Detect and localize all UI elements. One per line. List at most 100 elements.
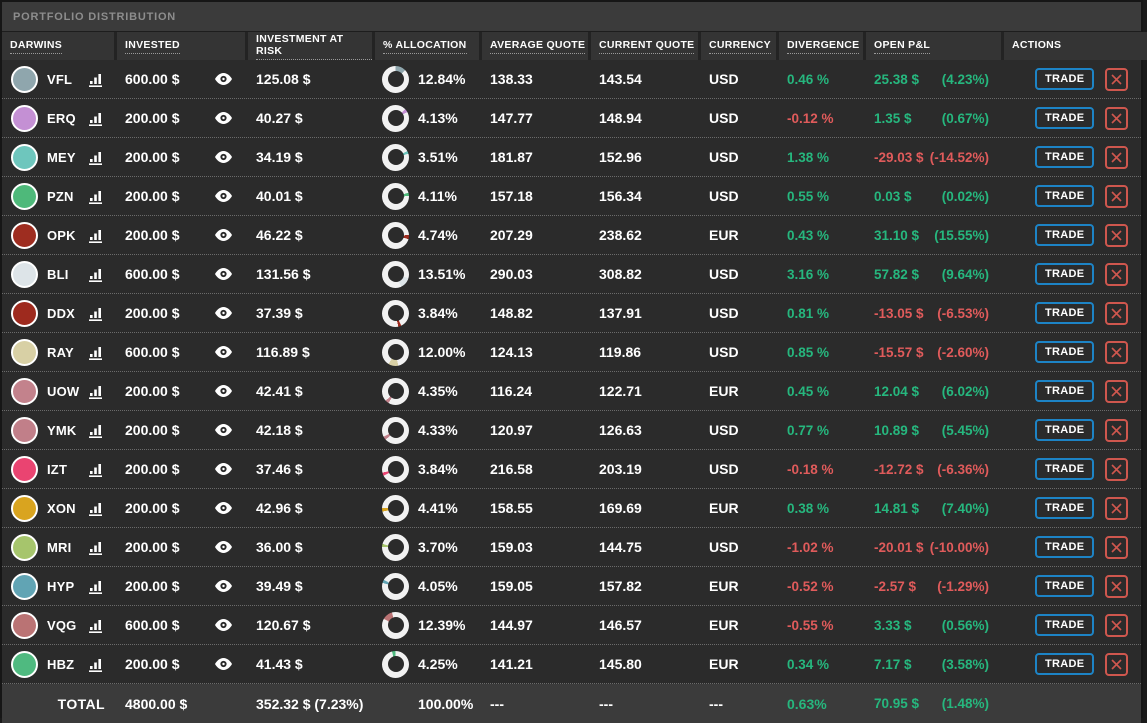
trade-button[interactable]: TRADE	[1035, 497, 1095, 519]
column-header-darwins[interactable]: DARWINS	[2, 32, 114, 60]
column-header-average-quote[interactable]: AVERAGE QUOTE	[482, 32, 588, 60]
darwin-avatar[interactable]	[11, 338, 38, 366]
darwin-name[interactable]: DDX	[47, 306, 75, 321]
bar-chart-icon[interactable]	[89, 188, 105, 204]
eye-icon[interactable]	[215, 502, 232, 514]
darwin-avatar[interactable]	[11, 611, 38, 639]
trade-button[interactable]: TRADE	[1035, 302, 1095, 324]
close-position-button[interactable]	[1105, 67, 1129, 91]
trade-button[interactable]: TRADE	[1035, 458, 1095, 480]
eye-icon[interactable]	[215, 346, 232, 358]
darwin-name[interactable]: UOW	[47, 384, 79, 399]
trade-button[interactable]: TRADE	[1035, 68, 1095, 90]
eye-icon[interactable]	[215, 229, 232, 241]
close-position-button[interactable]	[1105, 418, 1129, 442]
darwin-name[interactable]: RAY	[47, 345, 74, 360]
darwin-avatar[interactable]	[11, 182, 38, 210]
eye-icon[interactable]	[215, 385, 232, 397]
eye-icon[interactable]	[215, 268, 232, 280]
darwin-name[interactable]: YMK	[47, 423, 77, 438]
bar-chart-icon[interactable]	[89, 461, 105, 477]
close-position-button[interactable]	[1105, 340, 1129, 364]
trade-button[interactable]: TRADE	[1035, 419, 1095, 441]
darwin-avatar[interactable]	[11, 65, 38, 93]
trade-button[interactable]: TRADE	[1035, 614, 1095, 636]
trade-button[interactable]: TRADE	[1035, 380, 1095, 402]
darwin-name[interactable]: BLI	[47, 267, 69, 282]
bar-chart-icon[interactable]	[89, 344, 105, 360]
trade-button[interactable]: TRADE	[1035, 575, 1095, 597]
bar-chart-icon[interactable]	[89, 383, 105, 399]
darwin-name[interactable]: ERQ	[47, 111, 76, 126]
bar-chart-icon[interactable]	[89, 656, 105, 672]
column-header-divergence[interactable]: DIVERGENCE	[779, 32, 863, 60]
bar-chart-icon[interactable]	[89, 305, 105, 321]
close-position-button[interactable]	[1105, 106, 1129, 130]
trade-button[interactable]: TRADE	[1035, 263, 1095, 285]
column-header-open-pnl[interactable]: OPEN P&L	[866, 32, 1001, 60]
darwin-avatar[interactable]	[11, 650, 38, 678]
bar-chart-icon[interactable]	[89, 617, 105, 633]
bar-chart-icon[interactable]	[89, 578, 105, 594]
bar-chart-icon[interactable]	[89, 149, 105, 165]
bar-chart-icon[interactable]	[89, 227, 105, 243]
bar-chart-icon[interactable]	[89, 266, 105, 282]
eye-icon[interactable]	[215, 307, 232, 319]
eye-icon[interactable]	[215, 73, 232, 85]
column-header-currency[interactable]: CURRENCY	[701, 32, 776, 60]
darwin-name[interactable]: MRI	[47, 540, 71, 555]
darwin-name[interactable]: OPK	[47, 228, 76, 243]
close-position-button[interactable]	[1105, 496, 1129, 520]
eye-icon[interactable]	[215, 463, 232, 475]
trade-button[interactable]: TRADE	[1035, 224, 1095, 246]
eye-icon[interactable]	[215, 541, 232, 553]
eye-icon[interactable]	[215, 580, 232, 592]
bar-chart-icon[interactable]	[89, 422, 105, 438]
darwin-name[interactable]: HYP	[47, 579, 74, 594]
eye-icon[interactable]	[215, 619, 232, 631]
darwin-name[interactable]: XON	[47, 501, 76, 516]
darwin-name[interactable]: IZT	[47, 462, 67, 477]
trade-button[interactable]: TRADE	[1035, 185, 1095, 207]
darwin-avatar[interactable]	[11, 572, 38, 600]
close-position-button[interactable]	[1105, 145, 1129, 169]
eye-icon[interactable]	[215, 424, 232, 436]
bar-chart-icon[interactable]	[89, 500, 105, 516]
close-position-button[interactable]	[1105, 262, 1129, 286]
darwin-name[interactable]: VFL	[47, 72, 72, 87]
close-position-button[interactable]	[1105, 613, 1129, 637]
darwin-avatar[interactable]	[11, 299, 38, 327]
trade-button[interactable]: TRADE	[1035, 341, 1095, 363]
eye-icon[interactable]	[215, 112, 232, 124]
trade-button[interactable]: TRADE	[1035, 536, 1095, 558]
darwin-avatar[interactable]	[11, 494, 38, 522]
darwin-avatar[interactable]	[11, 416, 38, 444]
darwin-avatar[interactable]	[11, 377, 38, 405]
column-header-invested[interactable]: INVESTED	[117, 32, 245, 60]
darwin-avatar[interactable]	[11, 533, 38, 561]
darwin-avatar[interactable]	[11, 455, 38, 483]
column-header-allocation[interactable]: % ALLOCATION	[375, 32, 479, 60]
darwin-name[interactable]: HBZ	[47, 657, 74, 672]
column-header-investment-at-risk[interactable]: INVESTMENT AT RISK	[248, 32, 372, 60]
bar-chart-icon[interactable]	[89, 110, 105, 126]
close-position-button[interactable]	[1105, 301, 1129, 325]
darwin-name[interactable]: MEY	[47, 150, 76, 165]
close-position-button[interactable]	[1105, 379, 1129, 403]
darwin-name[interactable]: VQG	[47, 618, 77, 633]
close-position-button[interactable]	[1105, 652, 1129, 676]
bar-chart-icon[interactable]	[89, 539, 105, 555]
darwin-avatar[interactable]	[11, 260, 38, 288]
darwin-name[interactable]: PZN	[47, 189, 74, 204]
eye-icon[interactable]	[215, 658, 232, 670]
close-position-button[interactable]	[1105, 457, 1129, 481]
trade-button[interactable]: TRADE	[1035, 146, 1095, 168]
close-position-button[interactable]	[1105, 223, 1129, 247]
eye-icon[interactable]	[215, 151, 232, 163]
trade-button[interactable]: TRADE	[1035, 107, 1095, 129]
darwin-avatar[interactable]	[11, 221, 38, 249]
trade-button[interactable]: TRADE	[1035, 653, 1095, 675]
column-header-current-quote[interactable]: CURRENT QUOTE	[591, 32, 698, 60]
darwin-avatar[interactable]	[11, 143, 38, 171]
close-position-button[interactable]	[1105, 535, 1129, 559]
